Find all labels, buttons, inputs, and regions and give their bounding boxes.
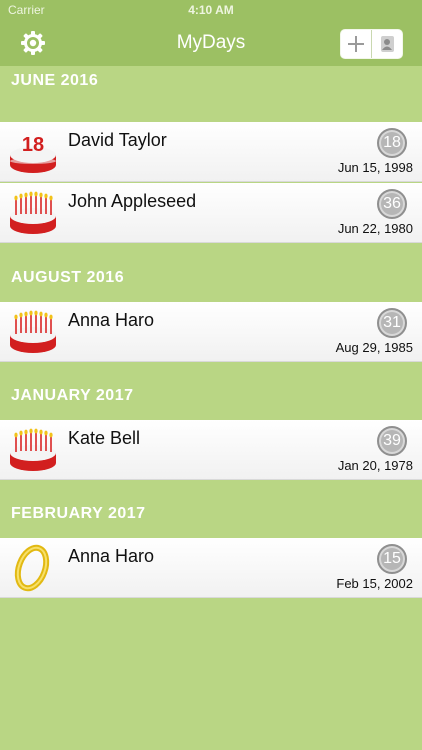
- navigation-bar: MyDays: [0, 20, 422, 66]
- add-button[interactable]: [341, 30, 371, 58]
- person-name: Kate Bell: [68, 428, 141, 448]
- birthday-cake-icon: [10, 428, 56, 471]
- birthday-cake-18-icon: 18: [10, 134, 56, 173]
- status-bar: Carrier 4:10 AM: [0, 0, 422, 20]
- section-header: FEBRUARY 2017: [0, 480, 422, 536]
- list-item[interactable]: Anna Haro 31 Aug 29, 1985: [0, 302, 422, 362]
- age-badge: 39: [377, 426, 407, 456]
- event-date: Aug 29, 1985: [335, 340, 413, 355]
- section-title: JUNE 2016: [11, 72, 99, 89]
- person-name: Anna Haro: [68, 310, 155, 330]
- person-name: John Appleseed: [68, 191, 197, 211]
- person-name: David Taylor: [68, 130, 167, 150]
- clock-label: 4:10 AM: [188, 3, 234, 17]
- person-name: Anna Haro: [68, 546, 155, 566]
- list-item[interactable]: 18 David Taylor 18 Jun 15, 1998: [0, 122, 422, 182]
- contacts-button[interactable]: [371, 30, 402, 58]
- section-header: JANUARY 2017: [0, 362, 422, 418]
- list-item[interactable]: John Appleseed 36 Jun 22, 1980: [0, 183, 422, 243]
- age-badge: 15: [377, 544, 407, 574]
- wedding-ring-icon: [14, 544, 50, 592]
- age-badge: 18: [377, 128, 407, 158]
- event-date: Jun 15, 1998: [337, 160, 413, 175]
- section-title: JANUARY 2017: [11, 387, 134, 404]
- event-date: Jan 20, 1978: [337, 458, 413, 473]
- toolbar-button-group: [340, 29, 403, 59]
- event-date: Jun 22, 1980: [337, 221, 413, 236]
- section-header: AUGUST 2016: [0, 243, 422, 299]
- section-title: AUGUST 2016: [11, 269, 125, 286]
- plus-icon: [348, 36, 364, 52]
- contact-card-icon: [381, 36, 394, 52]
- section-header: JUNE 2016: [0, 66, 422, 122]
- svg-text:18: 18: [22, 134, 44, 156]
- section-title: FEBRUARY 2017: [11, 505, 146, 522]
- age-badge: 36: [377, 189, 407, 219]
- age-badge: 31: [377, 308, 407, 338]
- birthday-cake-icon: [10, 310, 56, 353]
- event-date: Feb 15, 2002: [336, 576, 413, 591]
- list-item[interactable]: Kate Bell 39 Jan 20, 1978: [0, 420, 422, 480]
- list-item[interactable]: Anna Haro 15 Feb 15, 2002: [0, 538, 422, 598]
- birthday-cake-icon: [10, 191, 56, 234]
